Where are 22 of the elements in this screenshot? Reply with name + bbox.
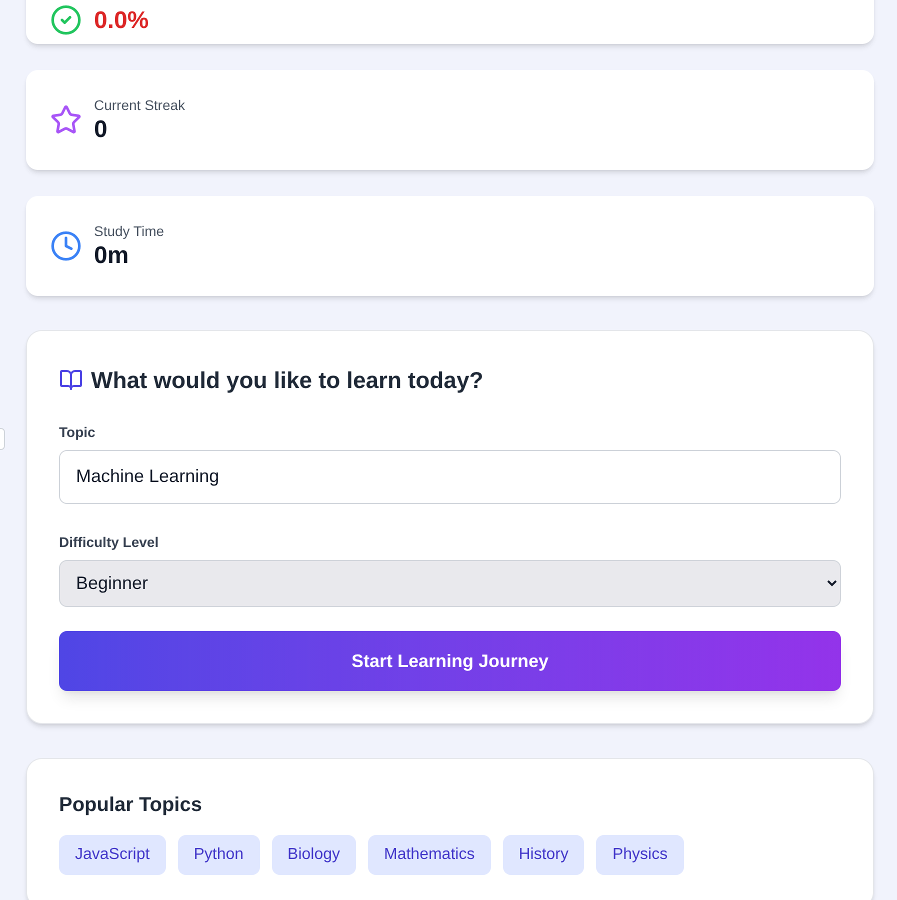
- stat-label: Current Streak: [94, 96, 186, 115]
- section-title: Popular Topics: [59, 792, 203, 818]
- clock-icon: [50, 230, 82, 262]
- topic-chip[interactable]: Python: [178, 834, 260, 874]
- check-circle-icon: [50, 4, 82, 36]
- field-label: Topic: [59, 422, 96, 442]
- topic-chip[interactable]: Biology: [272, 834, 356, 874]
- topic-input-field[interactable]: Machine Learning: [59, 450, 841, 504]
- topic-chip[interactable]: History: [502, 834, 584, 874]
- stat-value: 0m: [94, 241, 130, 271]
- start-button[interactable]: Start Learning Journey: [59, 630, 841, 690]
- book-icon: [59, 368, 83, 392]
- stat-label: Study Time: [94, 222, 164, 241]
- field-label: Difficulty Level: [59, 532, 160, 552]
- stat-value: 0: [94, 115, 108, 145]
- stat-value: 0.0%: [94, 6, 149, 36]
- topic-chip[interactable]: Physics: [596, 834, 684, 874]
- topic-chip[interactable]: JavaScript: [59, 834, 166, 874]
- topic-chip[interactable]: Mathematics: [368, 834, 491, 874]
- card-title: What would you like to learn today?: [91, 366, 484, 395]
- difficulty-select[interactable]: Beginner: [59, 560, 841, 606]
- star-icon: [50, 104, 82, 136]
